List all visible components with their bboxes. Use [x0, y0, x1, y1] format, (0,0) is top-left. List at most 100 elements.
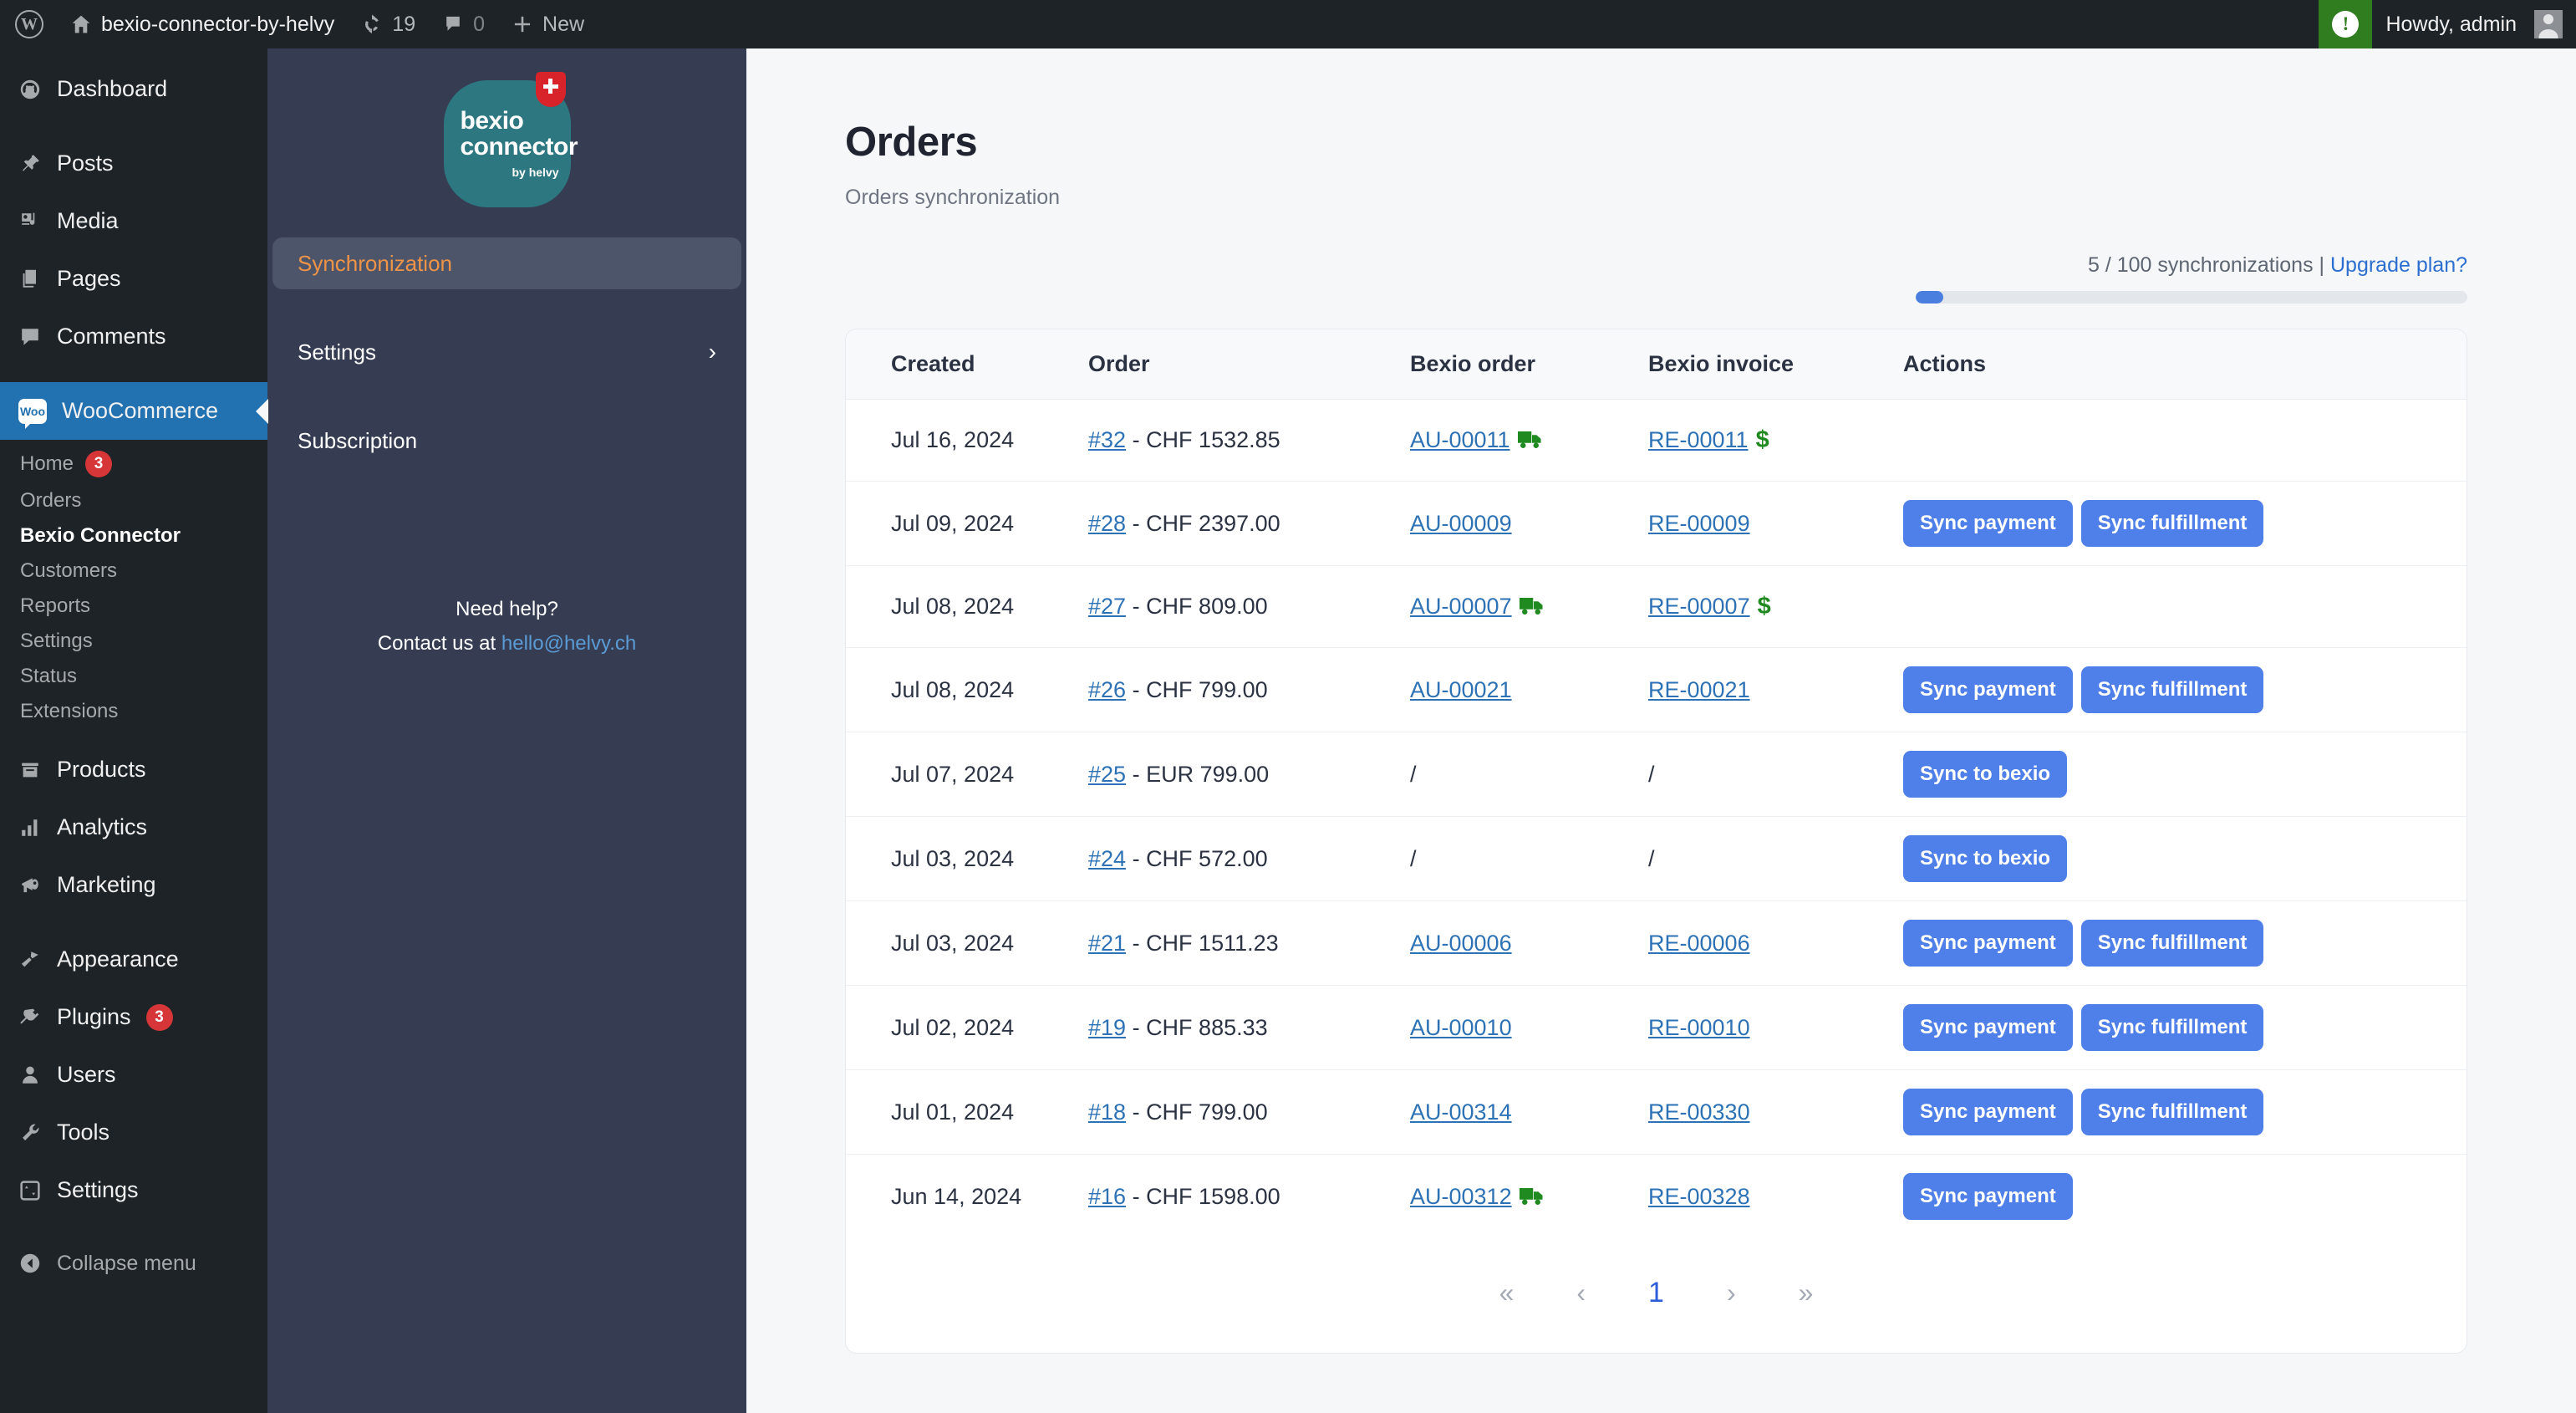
sidebar-item-users[interactable]: Users — [0, 1046, 267, 1104]
pagination-prev-button[interactable]: ‹ — [1576, 1278, 1586, 1308]
action-button-sync-fulfillment[interactable]: Sync fulfillment — [2080, 666, 2264, 713]
submenu-item-home[interactable]: Home 3 — [0, 445, 267, 483]
bexio-order-link[interactable]: AU-00010 — [1410, 1015, 1512, 1040]
order-link[interactable]: #32 — [1088, 427, 1126, 452]
cell-actions: Sync payment Sync fulfillment — [1903, 900, 2467, 986]
bexio-order-empty: / — [1410, 761, 1417, 787]
table-row: Jul 02, 2024 #19 - CHF 885.33 AU-00010 RE-0… — [846, 985, 2467, 1070]
submenu-item-orders[interactable]: Orders — [0, 483, 267, 518]
order-link[interactable]: #27 — [1088, 594, 1126, 619]
submenu-item-bexio-connector[interactable]: Bexio Connector — [0, 518, 267, 553]
action-button-sync-fulfillment[interactable]: Sync fulfillment — [2080, 500, 2264, 547]
cell-created: Jul 03, 2024 — [846, 900, 1088, 986]
pagination-first-button[interactable]: « — [1499, 1278, 1515, 1308]
collapse-menu-button[interactable]: Collapse menu — [0, 1236, 267, 1291]
truck-icon — [1519, 1187, 1543, 1205]
cell-bexio-invoice: RE-00328 — [1648, 1155, 1903, 1239]
plugin-nav-settings[interactable]: Settings › — [267, 326, 746, 378]
action-button-sync-payment[interactable]: Sync payment — [1903, 500, 2073, 547]
bexio-invoice-link[interactable]: RE-00007 — [1648, 594, 1750, 619]
sidebar-item-comments[interactable]: Comments — [0, 308, 267, 365]
my-account-menu[interactable]: Howdy, admin — [2372, 0, 2576, 48]
bexio-invoice-link[interactable]: RE-00328 — [1648, 1184, 1750, 1209]
sidebar-item-settings[interactable]: Settings — [0, 1161, 267, 1219]
sidebar-item-woocommerce[interactable]: Woo WooCommerce — [0, 382, 267, 440]
upgrade-plan-link[interactable]: Upgrade plan? — [2330, 253, 2467, 277]
help-email-link[interactable]: hello@helvy.ch — [501, 632, 636, 655]
bexio-order-link[interactable]: AU-00006 — [1410, 931, 1512, 956]
order-amount: CHF 799.00 — [1146, 676, 1268, 702]
action-button-sync-fulfillment[interactable]: Sync fulfillment — [2080, 1089, 2264, 1135]
notice-badge[interactable]: ! — [2319, 0, 2373, 48]
action-button-sync-payment[interactable]: Sync payment — [1903, 920, 2073, 967]
action-button-sync-payment[interactable]: Sync payment — [1903, 1089, 2073, 1135]
plugin-nav-synchronization[interactable]: Synchronization — [272, 237, 741, 289]
sidebar-item-plugins[interactable]: Plugins 3 — [0, 988, 267, 1046]
pagination-last-button[interactable]: » — [1799, 1278, 1814, 1308]
bexio-order-link[interactable]: AU-00007 — [1410, 594, 1512, 619]
submenu-item-settings[interactable]: Settings — [0, 624, 267, 659]
submenu-item-customers[interactable]: Customers — [0, 553, 267, 589]
wp-admin-bar: bexio-connector-by-helvy 19 0 New ! Howd… — [0, 0, 2576, 48]
plugin-nav-gap — [267, 378, 746, 415]
order-link[interactable]: #26 — [1088, 677, 1126, 702]
site-name-menu[interactable]: bexio-connector-by-helvy — [57, 0, 348, 48]
bexio-invoice-link[interactable]: RE-00021 — [1648, 677, 1750, 702]
order-link[interactable]: #24 — [1088, 846, 1126, 871]
plugin-nav-subscription[interactable]: Subscription — [267, 415, 746, 467]
action-button-sync-to-bexio[interactable]: Sync to bexio — [1903, 835, 2068, 882]
submenu-item-reports[interactable]: Reports — [0, 589, 267, 624]
bexio-order-link[interactable]: AU-00312 — [1410, 1184, 1512, 1209]
order-link[interactable]: #16 — [1088, 1184, 1126, 1209]
sidebar-item-tools[interactable]: Tools — [0, 1104, 267, 1161]
bexio-order-link[interactable]: AU-00011 — [1410, 427, 1510, 452]
order-separator: - — [1126, 427, 1147, 452]
sidebar-item-dashboard[interactable]: Dashboard — [0, 60, 267, 118]
pagination-next-button[interactable]: › — [1727, 1278, 1736, 1308]
sidebar-item-label: Posts — [57, 150, 114, 176]
action-button-sync-payment[interactable]: Sync payment — [1903, 1173, 2073, 1220]
new-content-menu[interactable]: New — [498, 0, 598, 48]
action-button-sync-payment[interactable]: Sync payment — [1903, 1004, 2073, 1051]
bexio-invoice-link[interactable]: RE-00006 — [1648, 931, 1750, 956]
bexio-invoice-link[interactable]: RE-00009 — [1648, 511, 1750, 536]
sidebar-item-analytics[interactable]: Analytics — [0, 798, 267, 856]
action-button-sync-payment[interactable]: Sync payment — [1903, 666, 2073, 713]
cell-bexio-invoice: / — [1648, 816, 1903, 901]
order-separator: - — [1126, 1014, 1147, 1040]
bexio-invoice-link[interactable]: RE-00330 — [1648, 1099, 1750, 1125]
sidebar-item-marketing[interactable]: Marketing — [0, 856, 267, 914]
submenu-item-status[interactable]: Status — [0, 659, 267, 694]
bexio-order-link[interactable]: AU-00314 — [1410, 1099, 1512, 1125]
cell-bexio-order: AU-00312 — [1410, 1155, 1648, 1239]
pagination-current-page[interactable]: 1 — [1648, 1277, 1664, 1309]
bexio-invoice-link[interactable]: RE-00011 — [1648, 427, 1749, 452]
updates-menu[interactable]: 19 — [348, 0, 429, 48]
order-link[interactable]: #25 — [1088, 762, 1126, 787]
column-header-bexio-invoice: Bexio invoice — [1648, 329, 1903, 400]
action-button-sync-fulfillment[interactable]: Sync fulfillment — [2080, 920, 2264, 967]
bexio-order-link[interactable]: AU-00021 — [1410, 677, 1512, 702]
sidebar-item-posts[interactable]: Posts — [0, 135, 267, 192]
order-link[interactable]: #21 — [1088, 931, 1126, 956]
bexio-order-link[interactable]: AU-00009 — [1410, 511, 1512, 536]
sidebar-item-appearance[interactable]: Appearance — [0, 931, 267, 988]
bexio-order-empty: / — [1410, 845, 1417, 871]
order-link[interactable]: #19 — [1088, 1015, 1126, 1040]
swiss-cross-icon — [535, 72, 566, 107]
order-link[interactable]: #18 — [1088, 1099, 1126, 1125]
cell-created: Jul 16, 2024 — [846, 399, 1088, 482]
comments-menu[interactable]: 0 — [429, 0, 498, 48]
bexio-invoice-link[interactable]: RE-00010 — [1648, 1015, 1750, 1040]
sidebar-item-pages[interactable]: Pages — [0, 250, 267, 308]
action-button-sync-to-bexio[interactable]: Sync to bexio — [1903, 751, 2068, 798]
sidebar-item-media[interactable]: Media — [0, 192, 267, 250]
wp-logo-menu[interactable] — [0, 0, 57, 48]
order-link[interactable]: #28 — [1088, 511, 1126, 536]
action-button-sync-fulfillment[interactable]: Sync fulfillment — [2080, 1004, 2264, 1051]
sidebar-item-products[interactable]: Products — [0, 741, 267, 798]
help-contact-line: Contact us at hello@helvy.ch — [267, 626, 746, 661]
cell-created: Jul 08, 2024 — [846, 565, 1088, 648]
submenu-item-extensions[interactable]: Extensions — [0, 694, 267, 729]
column-header-bexio-order: Bexio order — [1410, 329, 1648, 400]
